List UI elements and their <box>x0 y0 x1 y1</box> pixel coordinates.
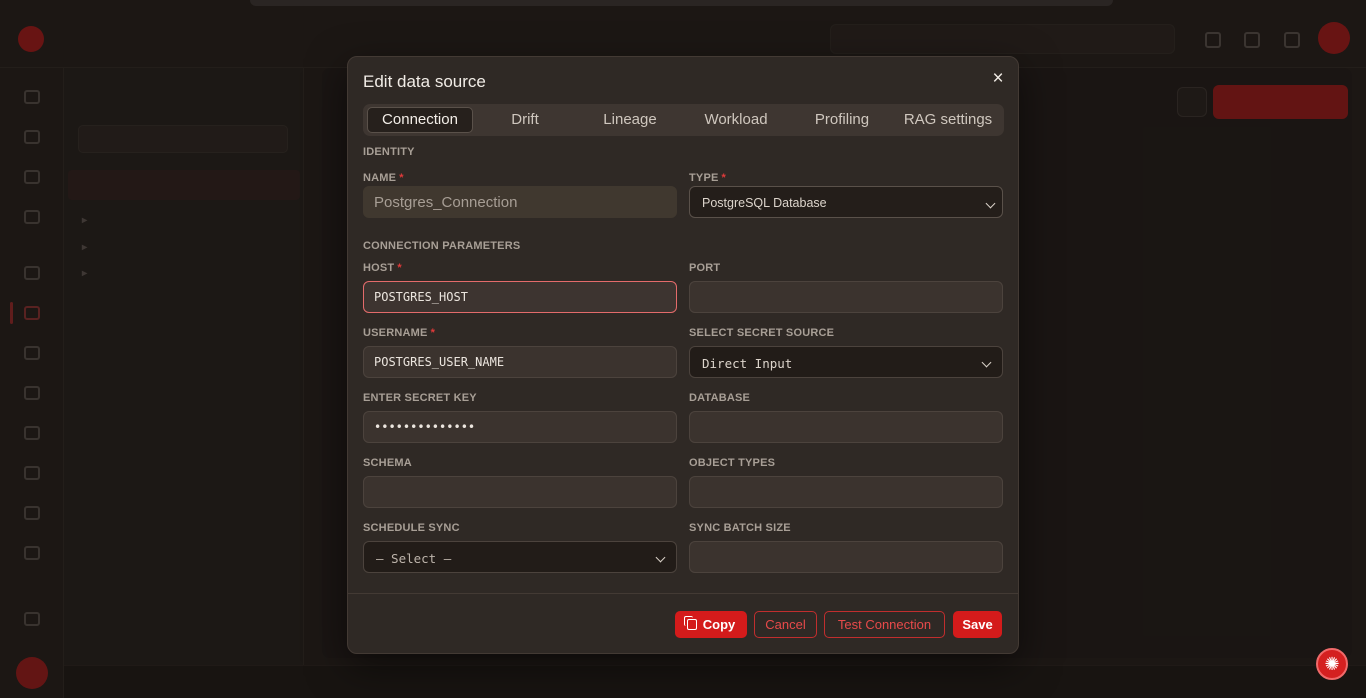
host-label: HOST * <box>363 262 402 274</box>
schedule-sync-value: — Select — <box>376 551 452 566</box>
footer-divider <box>348 593 1018 594</box>
type-select-value: PostgreSQL Database <box>702 196 827 210</box>
secret-key-input[interactable] <box>364 412 676 442</box>
tab-connection[interactable]: Connection <box>367 107 473 133</box>
object-types-input[interactable] <box>690 477 1002 507</box>
sync-batch-size-label: SYNC BATCH SIZE <box>689 522 791 534</box>
tab-profiling[interactable]: Profiling <box>789 107 895 133</box>
connection-parameters-title: CONNECTION PARAMETERS <box>363 240 521 252</box>
schema-input[interactable] <box>364 477 676 507</box>
username-input[interactable] <box>364 347 676 377</box>
secret-key-field[interactable] <box>363 411 677 443</box>
chevron-down-icon <box>655 552 666 563</box>
schema-field[interactable] <box>363 476 677 508</box>
tab-drift[interactable]: Drift <box>472 107 578 133</box>
name-field[interactable] <box>363 186 677 218</box>
host-input[interactable] <box>364 282 676 312</box>
identity-section-title: IDENTITY <box>363 146 415 158</box>
save-button[interactable]: Save <box>953 611 1002 638</box>
username-field[interactable] <box>363 346 677 378</box>
object-types-label: OBJECT TYPES <box>689 457 776 469</box>
close-icon[interactable]: × <box>988 69 1008 89</box>
tab-workload[interactable]: Workload <box>683 107 789 133</box>
database-field[interactable] <box>689 411 1003 443</box>
name-input[interactable] <box>364 187 676 217</box>
port-field[interactable] <box>689 281 1003 313</box>
secret-source-label: SELECT SECRET SOURCE <box>689 327 835 339</box>
secret-key-label: ENTER SECRET KEY <box>363 392 477 404</box>
port-label: PORT <box>689 262 721 274</box>
schema-label: SCHEMA <box>363 457 412 469</box>
chevron-down-icon <box>985 198 996 209</box>
port-input[interactable] <box>690 282 1002 312</box>
host-field[interactable] <box>363 281 677 313</box>
schedule-sync-select[interactable]: — Select — <box>363 541 677 573</box>
username-label: USERNAME * <box>363 327 436 339</box>
copy-button-label: Copy <box>702 617 736 632</box>
assistant-sparkle-icon[interactable]: ✺ <box>1316 648 1348 680</box>
secret-source-value: Direct Input <box>702 356 793 371</box>
schedule-sync-label: SCHEDULE SYNC <box>363 522 460 534</box>
modal-title: Edit data source <box>363 72 486 91</box>
sync-batch-size-field[interactable] <box>689 541 1003 573</box>
test-connection-button[interactable]: Test Connection <box>824 611 945 638</box>
cancel-button[interactable]: Cancel <box>754 611 817 638</box>
secret-source-select[interactable]: Direct Input <box>689 346 1003 378</box>
copy-icon <box>683 616 697 630</box>
type-select[interactable]: PostgreSQL Database <box>689 186 1003 218</box>
tab-rag-settings[interactable]: RAG settings <box>895 107 1001 133</box>
object-types-field[interactable] <box>689 476 1003 508</box>
database-label: DATABASE <box>689 392 751 404</box>
modal-tabs: Connection Drift Lineage Workload Profil… <box>363 104 1004 136</box>
tab-lineage[interactable]: Lineage <box>577 107 683 133</box>
sync-batch-size-input[interactable] <box>690 542 1002 572</box>
type-label: TYPE * <box>689 172 727 184</box>
edit-data-source-modal: Edit data source × Connection Drift Line… <box>347 56 1019 654</box>
name-label: NAME * <box>363 172 404 184</box>
chevron-down-icon <box>981 357 992 368</box>
database-input[interactable] <box>690 412 1002 442</box>
copy-button[interactable]: Copy <box>675 611 747 638</box>
